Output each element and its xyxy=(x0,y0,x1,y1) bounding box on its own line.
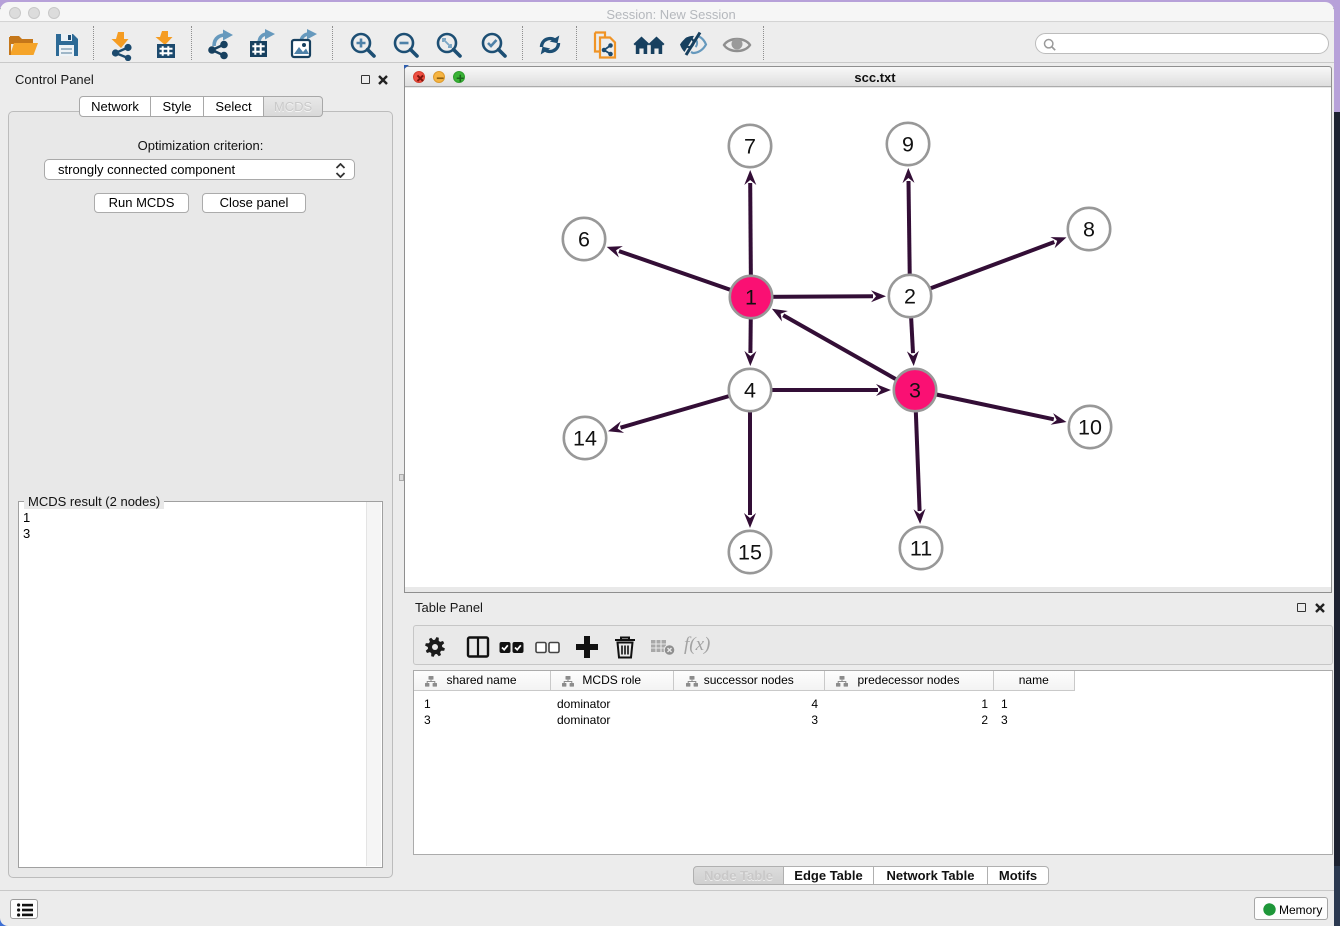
svg-text:7: 7 xyxy=(744,135,756,159)
svg-text:11: 11 xyxy=(910,537,932,561)
svg-text:2: 2 xyxy=(904,285,916,309)
svg-text:8: 8 xyxy=(1083,218,1095,242)
svg-text:6: 6 xyxy=(578,228,590,252)
svg-text:15: 15 xyxy=(738,541,762,565)
svg-text:10: 10 xyxy=(1078,416,1102,440)
svg-text:4: 4 xyxy=(744,379,756,403)
svg-text:14: 14 xyxy=(573,427,597,451)
svg-text:1: 1 xyxy=(745,286,757,310)
svg-text:9: 9 xyxy=(902,133,914,157)
svg-text:3: 3 xyxy=(909,379,921,403)
